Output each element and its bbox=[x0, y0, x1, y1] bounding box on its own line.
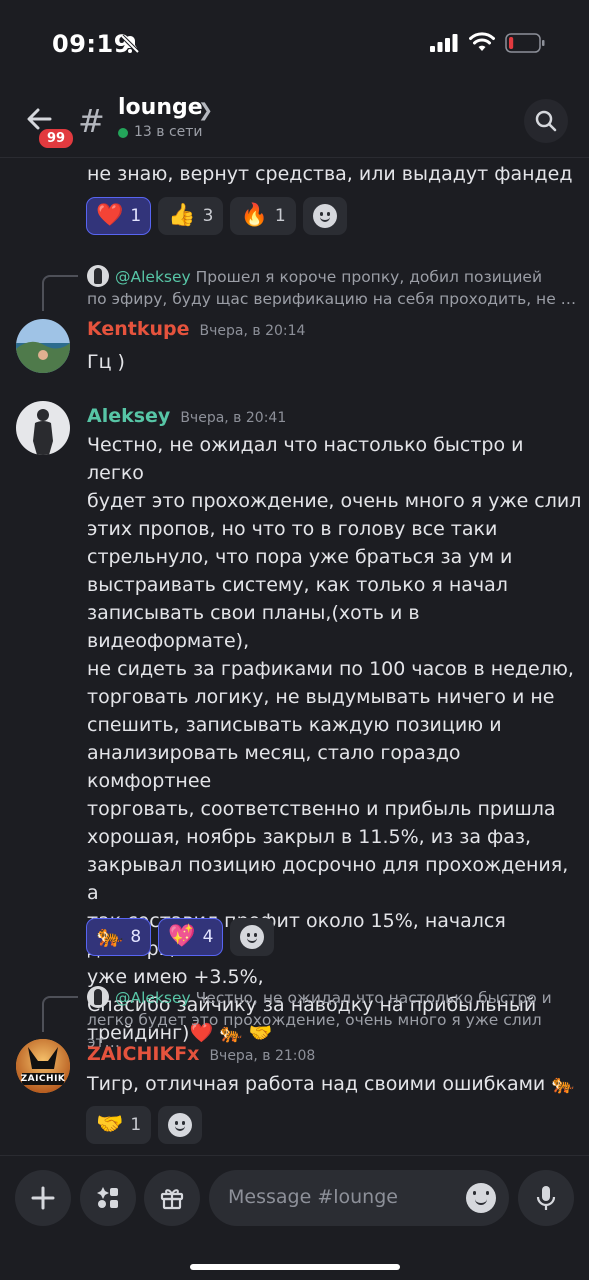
tiger-emoji-icon: 🐅 bbox=[96, 924, 124, 949]
heart-emoji-icon: ❤️ bbox=[96, 203, 124, 228]
message-line: спешить, записывать каждую позицию и bbox=[87, 714, 502, 736]
online-count: 13 в сети bbox=[134, 124, 203, 140]
hash-icon: # bbox=[78, 102, 105, 140]
attach-button[interactable] bbox=[15, 1170, 71, 1226]
reaction-count: 1 bbox=[130, 1115, 142, 1135]
message-text: Гц ) bbox=[87, 351, 125, 373]
add-reaction-button[interactable] bbox=[302, 197, 347, 235]
reaction-heart[interactable]: ❤️ 1 bbox=[86, 197, 152, 235]
apps-button[interactable] bbox=[80, 1170, 136, 1226]
battery-icon bbox=[505, 33, 545, 53]
reply-avatar bbox=[87, 265, 109, 287]
reply-connector bbox=[42, 996, 78, 1032]
message-list[interactable]: не знаю, вернут средства, или выдадут фа… bbox=[0, 158, 589, 1155]
unread-badge: 99 bbox=[36, 126, 77, 151]
reply-text: Прошел я короче пропку, добил позицией bbox=[195, 268, 543, 286]
channel-header: 99 # lounge ❯ 13 в сети bbox=[0, 80, 589, 158]
message-line: Честно, не ожидал что настолько быстро и… bbox=[87, 434, 524, 484]
emoji-icon[interactable] bbox=[466, 1183, 496, 1213]
reaction-count: 8 bbox=[130, 927, 142, 947]
username[interactable]: ZAICHIKFx bbox=[87, 1043, 199, 1065]
channel-title[interactable]: lounge bbox=[118, 95, 203, 120]
sparkling-heart-emoji-icon: 💖 bbox=[168, 924, 196, 949]
zaichik-logo-avatar bbox=[16, 1039, 70, 1093]
plus-icon bbox=[31, 1186, 55, 1210]
reply-text: Честно, не ожидал что настолько быстро и bbox=[195, 989, 552, 1007]
timestamp: Вчера, в 21:08 bbox=[209, 1048, 316, 1064]
wifi-icon bbox=[469, 32, 495, 51]
apps-icon bbox=[97, 1187, 118, 1208]
reaction-thumbs-up[interactable]: 👍 3 bbox=[158, 197, 224, 235]
message-line: стрельнуло, что пора уже браться за ум и bbox=[87, 546, 513, 568]
reaction-sparkling-heart[interactable]: 💖 4 bbox=[158, 918, 224, 956]
reply-connector bbox=[42, 275, 78, 311]
cellular-signal-icon bbox=[430, 34, 458, 52]
bell-muted-icon bbox=[120, 34, 140, 54]
message-header: Aleksey Вчера, в 20:41 bbox=[87, 405, 286, 427]
timestamp: Вчера, в 20:41 bbox=[180, 410, 287, 426]
reaction-bar: 🤝 1 bbox=[86, 1106, 203, 1144]
message-header: ZAICHIKFx Вчера, в 21:08 bbox=[87, 1043, 315, 1065]
reply-author: @Aleksey bbox=[115, 268, 191, 286]
message-input[interactable]: Message #lounge bbox=[209, 1170, 509, 1226]
message-line: выстраивать систему, как только я начал bbox=[87, 574, 508, 596]
person-avatar-image bbox=[16, 401, 70, 455]
username[interactable]: Kentkupe bbox=[87, 318, 190, 340]
emoji-icon bbox=[312, 204, 337, 228]
reaction-count: 3 bbox=[202, 206, 214, 226]
chevron-right-icon[interactable]: ❯ bbox=[198, 100, 213, 121]
voice-message-button[interactable] bbox=[518, 1170, 574, 1226]
home-indicator bbox=[190, 1264, 400, 1270]
message-line: торговать, соответственно и прибыль приш… bbox=[87, 798, 556, 820]
reaction-bar: 🐅 8 💖 4 bbox=[86, 918, 275, 956]
message-line: анализировать месяц, стало гораздо комфо… bbox=[87, 742, 461, 792]
message-text: Тигр, отличная работа над своими ошибкам… bbox=[87, 1073, 575, 1095]
message-input-placeholder: Message #lounge bbox=[228, 1186, 398, 1208]
message-header: Kentkupe Вчера, в 20:14 bbox=[87, 318, 305, 340]
username[interactable]: Aleksey bbox=[87, 405, 170, 427]
gift-icon bbox=[160, 1189, 184, 1210]
avatar[interactable] bbox=[16, 401, 70, 455]
reply-author: @Aleksey bbox=[115, 989, 191, 1007]
message-composer: Message #lounge bbox=[0, 1155, 589, 1280]
message-line: не сидеть за графиками по 100 часов в не… bbox=[87, 658, 574, 680]
reply-preview[interactable]: @Aleksey Прошел я короче пропку, добил п… bbox=[87, 265, 577, 310]
reply-text-cont: по эфиру, буду щас верификацию на себя п… bbox=[87, 290, 577, 308]
gift-button[interactable] bbox=[144, 1170, 200, 1226]
reaction-bar: ❤️ 1 👍 3 🔥 1 bbox=[86, 197, 347, 235]
search-button[interactable] bbox=[524, 99, 568, 143]
reaction-handshake[interactable]: 🤝 1 bbox=[86, 1106, 152, 1144]
avatar-label: ZAICHIK bbox=[20, 1074, 66, 1084]
message-line: хорошая, ноябрь закрыл в 11.5%, из за фа… bbox=[87, 826, 532, 848]
reaction-count: 1 bbox=[130, 206, 142, 226]
reaction-count: 4 bbox=[202, 927, 214, 947]
avatar[interactable]: ZAICHIK bbox=[16, 1039, 70, 1093]
message-text: не знаю, вернут средства, или выдадут фа… bbox=[87, 163, 573, 185]
microphone-icon bbox=[536, 1186, 556, 1210]
reply-avatar bbox=[87, 986, 109, 1008]
emoji-icon bbox=[240, 925, 265, 949]
reaction-count: 1 bbox=[274, 206, 286, 226]
reaction-tiger[interactable]: 🐅 8 bbox=[86, 918, 152, 956]
handshake-emoji-icon: 🤝 bbox=[96, 1112, 124, 1137]
message-line: закрывал позицию досрочно для прохождени… bbox=[87, 854, 569, 904]
search-icon bbox=[535, 110, 557, 132]
add-reaction-button[interactable] bbox=[230, 918, 275, 956]
avatar[interactable] bbox=[16, 319, 70, 373]
landscape-avatar-image bbox=[16, 319, 70, 373]
reaction-fire[interactable]: 🔥 1 bbox=[230, 197, 296, 235]
thumbs-up-emoji-icon: 👍 bbox=[168, 203, 196, 228]
online-status-icon bbox=[118, 128, 128, 138]
emoji-icon bbox=[168, 1113, 193, 1137]
message-line: записывать свои планы,(хоть и в видеофор… bbox=[87, 602, 420, 652]
message-line: торговать логику, не выдумывать ничего и… bbox=[87, 686, 555, 708]
add-reaction-button[interactable] bbox=[158, 1106, 203, 1144]
message-line: будет это прохождение, очень много я уже… bbox=[87, 490, 582, 512]
message-line: этих пропов, но что то в голову все таки bbox=[87, 518, 498, 540]
timestamp: Вчера, в 20:14 bbox=[199, 323, 306, 339]
fire-emoji-icon: 🔥 bbox=[240, 203, 268, 228]
status-bar: 09:19 bbox=[0, 0, 589, 80]
